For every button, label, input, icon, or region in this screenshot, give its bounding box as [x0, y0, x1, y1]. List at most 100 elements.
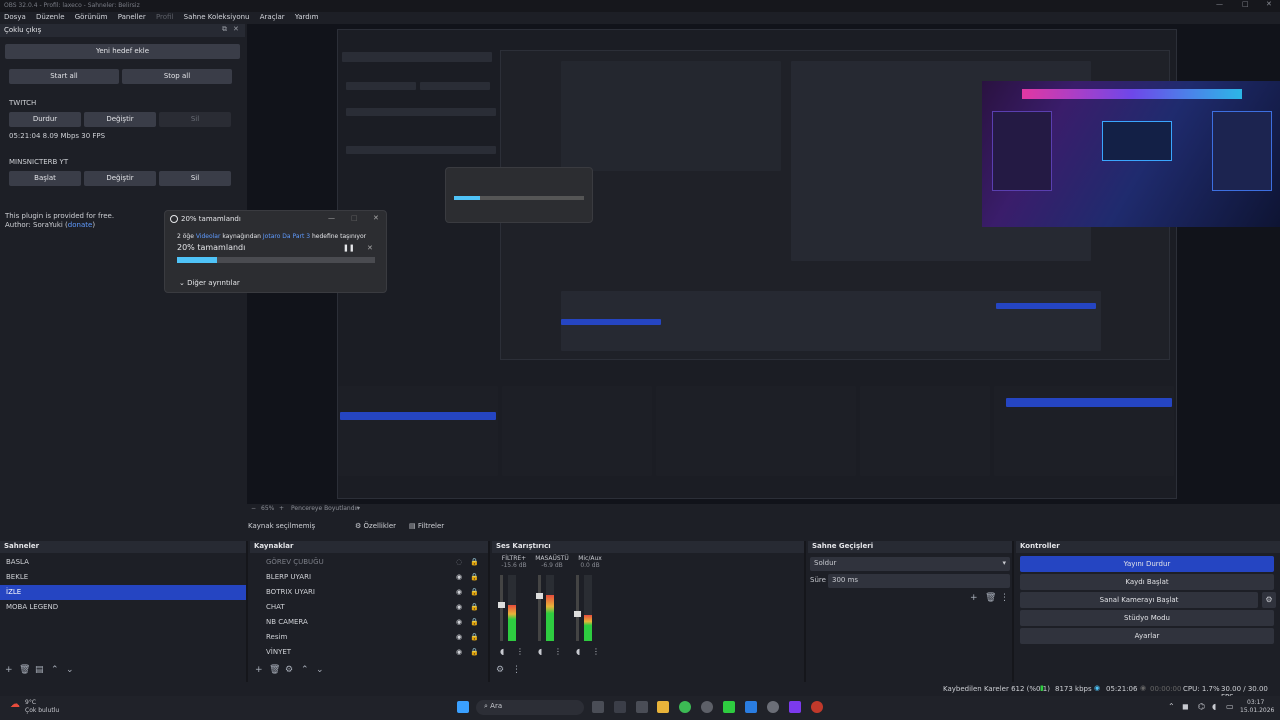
lock-icon[interactable]: 🔒	[470, 573, 479, 581]
twitch-delete-button[interactable]: Sil	[159, 112, 231, 127]
fit-dropdown-icon[interactable]: ▾	[357, 505, 360, 512]
settings-button[interactable]: Ayarlar	[1020, 628, 1274, 644]
eye-icon[interactable]: ◉	[456, 588, 462, 596]
lock-icon[interactable]: 🔒	[470, 558, 479, 566]
dock-close-icon[interactable]: ✕	[233, 25, 239, 33]
scene-item-selected[interactable]: İZLE	[0, 585, 246, 600]
more-icon[interactable]: ⋮	[1000, 593, 1009, 603]
scene-item[interactable]: BEKLE	[0, 570, 246, 585]
lock-icon[interactable]: 🔒	[470, 588, 479, 596]
dialog-maximize-icon[interactable]: □	[351, 214, 358, 222]
up-icon[interactable]: ⌃	[51, 665, 59, 675]
volume-slider[interactable]	[498, 575, 505, 641]
app-icon[interactable]	[701, 701, 713, 713]
pause-icon[interactable]: ❚❚	[343, 244, 355, 252]
eye-icon[interactable]: ◉	[456, 573, 462, 581]
menu-scene-collection[interactable]: Sahne Koleksiyonu	[180, 12, 254, 22]
lock-icon[interactable]: 🔒	[470, 648, 479, 656]
menu-docks[interactable]: Paneller	[114, 12, 150, 22]
battery-icon[interactable]: ▭	[1226, 702, 1234, 711]
source-item[interactable]: BLERP UYARI ◉ 🔒	[250, 570, 488, 585]
source-item[interactable]: Resim ◉ 🔒	[250, 630, 488, 645]
eye-icon[interactable]: ◉	[456, 633, 462, 641]
trash-icon[interactable]: 🗑	[985, 593, 996, 603]
transition-select[interactable]: Soldur ▾	[810, 557, 1010, 571]
mute-icon[interactable]: ◖	[538, 647, 542, 656]
source-item[interactable]: NB CAMERA ◉ 🔒	[250, 615, 488, 630]
down-icon[interactable]: ⌄	[66, 665, 74, 675]
trash-icon[interactable]: 🗑	[269, 665, 280, 675]
down-icon[interactable]: ⌄	[316, 665, 324, 675]
stop-stream-button[interactable]: Yayını Durdur	[1020, 556, 1274, 572]
scene-item[interactable]: BASLA	[0, 555, 246, 570]
gear-icon[interactable]: ⚙	[285, 665, 293, 675]
target-folder-link[interactable]: Jotaro Da Part 3	[263, 233, 310, 240]
volume-slider[interactable]	[574, 575, 581, 641]
duration-input[interactable]: 300 ms	[828, 574, 1010, 588]
file-explorer-icon[interactable]	[657, 701, 669, 713]
maximize-icon[interactable]: □	[1242, 0, 1249, 8]
add-icon[interactable]: +	[970, 593, 978, 603]
app-icon[interactable]	[636, 701, 648, 713]
tray-app-icon[interactable]: ◼	[1182, 702, 1189, 711]
source-item[interactable]: CHAT ◉ 🔒	[250, 600, 488, 615]
more-icon[interactable]: ⋮	[512, 665, 521, 675]
chrome-icon[interactable]	[679, 701, 691, 713]
taskbar-search[interactable]: ⌕ Ara	[476, 700, 584, 715]
steam-icon[interactable]	[767, 701, 779, 713]
volume-icon[interactable]: ◖	[1212, 702, 1216, 711]
eye-icon[interactable]: ◉	[456, 618, 462, 626]
more-icon[interactable]: ⋮	[592, 647, 600, 656]
cancel-icon[interactable]: ✕	[367, 244, 373, 252]
task-view-icon[interactable]	[592, 701, 604, 713]
float-icon[interactable]: ⧉	[222, 25, 227, 34]
mute-icon[interactable]: ◖	[500, 647, 504, 656]
minimize-icon[interactable]: —	[1216, 0, 1223, 8]
menu-profile[interactable]: Profil	[152, 12, 177, 22]
zoom-in-icon[interactable]: +	[279, 505, 284, 512]
slider-handle[interactable]	[574, 611, 581, 617]
menu-file[interactable]: Dosya	[0, 12, 30, 22]
eye-icon[interactable]: ◉	[456, 648, 462, 656]
more-details-toggle[interactable]: ⌄ Diğer ayrıntılar	[179, 279, 240, 287]
app-icon[interactable]	[614, 701, 626, 713]
add-target-button[interactable]: Yeni hedef ekle	[5, 44, 240, 59]
fit-to-window[interactable]: Pencereye Boyutlandır	[291, 505, 359, 512]
source-item[interactable]: VİNYET ◉ 🔒	[250, 645, 488, 660]
filters-button[interactable]: ▤ Filtreler	[409, 522, 444, 530]
scene-item[interactable]: MOBA LEGEND	[0, 600, 246, 615]
menu-tools[interactable]: Araçlar	[256, 12, 289, 22]
windows-start-icon[interactable]	[457, 701, 469, 713]
twitch-stop-button[interactable]: Durdur	[9, 112, 81, 127]
lock-icon[interactable]: 🔒	[470, 618, 479, 626]
menu-help[interactable]: Yardım	[291, 12, 323, 22]
filter-icon[interactable]: ▤	[35, 665, 44, 675]
menu-view[interactable]: Görünüm	[71, 12, 112, 22]
yt-start-button[interactable]: Başlat	[9, 171, 81, 186]
source-folder-link[interactable]: Videolar	[196, 233, 221, 240]
eye-icon[interactable]: ◉	[456, 603, 462, 611]
donate-link[interactable]: donate	[68, 221, 93, 229]
app-icon[interactable]	[745, 701, 757, 713]
stop-all-button[interactable]: Stop all	[122, 69, 232, 84]
source-item[interactable]: BOTRIX UYARI ◉ 🔒	[250, 585, 488, 600]
gear-icon[interactable]: ⚙	[496, 665, 504, 675]
properties-button[interactable]: ⚙ Özellikler	[355, 522, 396, 530]
trash-icon[interactable]: 🗑	[19, 665, 30, 675]
more-icon[interactable]: ⋮	[554, 647, 562, 656]
up-icon[interactable]: ⌃	[301, 665, 309, 675]
preview-canvas[interactable]	[247, 24, 1280, 504]
zoom-out-icon[interactable]: −	[251, 505, 256, 512]
app-icon[interactable]	[723, 701, 735, 713]
dialog-close-icon[interactable]: ✕	[373, 214, 379, 222]
mute-icon[interactable]: ◖	[576, 647, 580, 656]
hidden-eye-icon[interactable]: ◌	[456, 558, 462, 566]
virtual-camera-button[interactable]: Sanal Kamerayı Başlat	[1020, 592, 1258, 608]
add-icon[interactable]: +	[255, 665, 263, 675]
start-all-button[interactable]: Start all	[9, 69, 119, 84]
lock-icon[interactable]: 🔒	[470, 603, 479, 611]
lock-icon[interactable]: 🔒	[470, 633, 479, 641]
yt-delete-button[interactable]: Sil	[159, 171, 231, 186]
app-icon[interactable]	[789, 701, 801, 713]
source-item[interactable]: GÖREV ÇUBUĞU ◌ 🔒	[250, 555, 488, 570]
